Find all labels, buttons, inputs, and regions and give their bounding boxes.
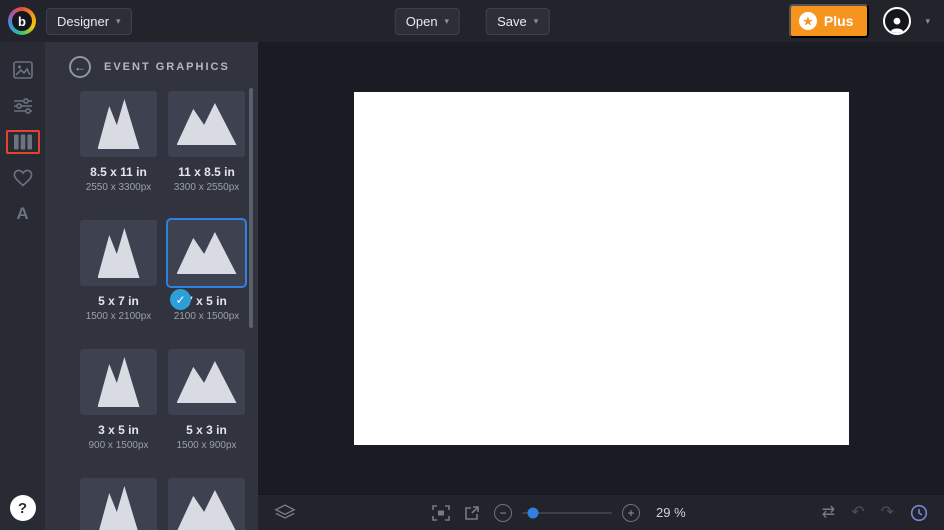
zoom-in-button[interactable]: + [622,503,640,522]
mountain-icon [97,486,140,530]
chevron-down-icon: ▾ [444,15,450,26]
zoom-slider-track[interactable] [522,507,612,518]
template-thumbnail[interactable] [168,91,245,157]
template-tile[interactable] [168,478,245,530]
template-size-label: 8.5 x 11 in [90,165,147,179]
adjust-tool-button[interactable] [0,88,45,124]
zoom-percent-label: 29 % [656,505,686,520]
mountain-icon [97,228,140,278]
template-pixels-label: 900 x 1500px [88,440,149,451]
templates-tool-button[interactable] [0,124,45,160]
template-pixels-label: 1500 x 2100px [85,311,152,322]
user-avatar[interactable] [883,7,912,35]
template-tile[interactable]: 5 x 7 in 1500 x 2100px [80,220,157,322]
layers-button[interactable] [274,504,296,521]
canvas-wrapper [258,42,944,494]
template-thumbnail[interactable] [80,349,157,415]
star-icon: ★ [798,12,817,30]
image-icon [12,61,33,79]
template-tile[interactable]: 5 x 3 in 1500 x 900px [168,349,245,451]
designer-menu-label: Designer [57,13,110,29]
back-arrow-icon: ← [74,60,86,74]
template-pixels-label: 2550 x 3300px [85,182,152,193]
logo-letter: b [12,11,32,31]
chevron-down-icon: ▾ [533,15,539,26]
template-pixels-label: 1500 x 900px [176,440,237,451]
templates-panel: ← EVENT GRAPHICS 8.5 x 11 in 2550 x 3300p… [45,42,258,530]
redo-button[interactable]: ↷ [880,503,894,521]
person-icon [890,17,905,33]
template-size-label: 5 x 7 in [98,294,139,308]
designer-menu-button[interactable]: Designer ▾ [46,7,132,35]
bottom-toolbar: − + 29 % ⇄ ↶ ↷ [258,494,944,530]
fit-screen-icon [432,504,450,521]
fit-to-screen-button[interactable] [432,504,450,521]
template-size-label: 3 x 5 in [98,423,139,437]
template-thumbnail[interactable] [168,349,245,415]
template-grid: 8.5 x 11 in 2550 x 3300px 11 x 8.5 in 3300 … [80,91,258,530]
history-clock-icon [910,504,928,521]
swap-arrows-icon: ⇄ [821,503,836,521]
left-tool-rail: A ? [0,42,45,530]
sliders-icon [13,98,32,114]
mountain-icon [97,99,140,149]
help-button[interactable]: ? [9,495,36,521]
columns-icon [13,134,32,150]
template-thumbnail[interactable]: ✓ [168,220,245,310]
compare-toggle-button[interactable]: ⇄ [821,503,836,521]
undo-icon: ↶ [851,503,865,521]
selected-check-icon: ✓ [170,289,191,310]
top-bar: b Designer ▾ Open ▾ Save ▾ ★ Plus ▾ [0,0,944,42]
template-tile[interactable] [80,478,157,530]
fullscreen-preview-button[interactable] [464,505,480,521]
template-tile[interactable]: ✓ 7 x 5 in 2100 x 1500px [168,220,245,322]
save-button[interactable]: Save ▾ [486,7,550,35]
photos-tool-button[interactable] [0,52,45,88]
open-in-new-icon [465,505,479,520]
history-button[interactable] [910,504,928,522]
mountain-icon [176,361,237,403]
text-tool-button[interactable]: A [0,196,45,232]
mountain-icon [97,357,140,407]
design-canvas[interactable] [353,91,849,445]
question-icon: ? [17,499,28,517]
template-tile[interactable]: 8.5 x 11 in 2550 x 3300px [80,91,157,193]
back-button[interactable]: ← [69,56,91,78]
save-button-label: Save [497,13,527,29]
templates-tool-highlight [5,130,40,154]
panel-title: EVENT GRAPHICS [104,61,230,73]
template-tile[interactable]: 11 x 8.5 in 3300 x 2550px [168,91,245,193]
layers-icon [274,504,296,519]
plus-icon: + [627,505,635,520]
plus-button-label: Plus [823,13,854,29]
favorites-tool-button[interactable] [0,160,45,196]
undo-button[interactable]: ↶ [851,503,865,521]
template-thumbnail[interactable] [80,478,157,530]
canvas-area: − + 29 % ⇄ ↶ ↷ [258,42,944,530]
template-size-label: 5 x 3 in [186,423,227,437]
template-size-label: 11 x 8.5 in [178,165,235,179]
open-button-label: Open [405,13,438,29]
text-tool-icon: A [16,204,29,223]
mountain-icon [176,103,237,145]
zoom-slider-handle[interactable] [527,507,539,518]
template-pixels-label: 2100 x 1500px [173,311,240,322]
mountain-icon [176,232,237,274]
app-logo[interactable]: b [8,7,36,35]
template-thumbnail[interactable] [80,220,157,286]
minus-icon: − [499,505,507,520]
heart-icon [13,169,32,187]
chevron-down-icon: ▾ [925,15,930,26]
panel-scrollbar[interactable] [249,88,253,328]
plus-upgrade-button[interactable]: ★ Plus [788,4,870,38]
template-pixels-label: 3300 x 2550px [173,182,240,193]
template-thumbnail[interactable] [80,91,157,157]
open-button[interactable]: Open ▾ [394,7,461,35]
chevron-down-icon: ▾ [116,15,121,26]
mountain-icon [176,490,237,530]
template-tile[interactable]: 3 x 5 in 900 x 1500px [80,349,157,451]
redo-icon: ↷ [880,503,894,521]
template-thumbnail[interactable] [168,478,245,530]
zoom-out-button[interactable]: − [494,503,512,522]
